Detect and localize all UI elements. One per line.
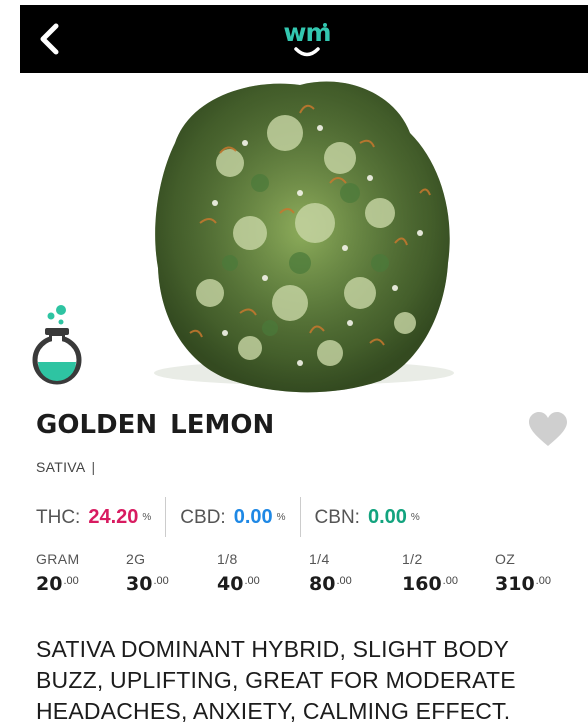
product-description: SATIVA DOMINANT HYBRID, SLIGHT BODY BUZZ… <box>36 636 516 724</box>
strain-separator: | <box>91 459 96 475</box>
price-amount: 40 <box>217 573 244 595</box>
price-2g[interactable]: 2G 30.00 <box>126 551 169 607</box>
lab-flask-icon <box>32 305 82 385</box>
price-cents: .00 <box>535 575 551 587</box>
price-cents: .00 <box>442 575 458 587</box>
price-cents: .00 <box>63 575 79 587</box>
thc-amount: 24.20 <box>88 505 139 528</box>
price-amount: 80 <box>309 573 336 595</box>
cbd-label: CBD: <box>180 506 226 528</box>
logo-text: wm <box>283 18 331 47</box>
cbd-amount: 0.00 <box>233 505 273 528</box>
price-amount: 30 <box>126 573 153 595</box>
price-unit: 2G <box>126 551 146 567</box>
cbn-value: CBN: 0.00 % <box>315 506 420 529</box>
lab-tested-badge[interactable] <box>25 300 89 386</box>
cbn-amount: 0.00 <box>367 505 407 528</box>
strain-type: SATIVA | <box>36 459 95 475</box>
cbn-label: CBN: <box>314 506 360 528</box>
thc-value: THC: 24.20 % <box>36 506 151 529</box>
favorite-button[interactable] <box>528 412 568 448</box>
price-unit: 1/2 <box>402 551 423 567</box>
app-header: wm <box>20 5 588 73</box>
cbn-unit: % <box>410 511 420 523</box>
price-half[interactable]: 1/2 160.00 <box>402 551 458 607</box>
price-cents: .00 <box>336 575 352 587</box>
cannabinoid-row: THC: 24.20 % CBD: 0.00 % CBN: 0.00 % <box>36 497 420 537</box>
logo-smile-icon <box>294 47 320 57</box>
price-amount: 20 <box>36 573 63 595</box>
cbd-value: CBD: 0.00 % <box>180 506 285 529</box>
thc-unit: % <box>142 511 152 523</box>
heart-icon <box>529 412 567 446</box>
price-amount: 310 <box>495 573 535 595</box>
price-eighth[interactable]: 1/8 40.00 <box>217 551 260 607</box>
weedmaps-logo[interactable]: wm <box>273 19 341 63</box>
price-amount: 160 <box>402 573 442 595</box>
price-unit: OZ <box>495 551 516 567</box>
back-button[interactable] <box>32 21 66 57</box>
price-cents: .00 <box>153 575 169 587</box>
divider <box>165 497 167 537</box>
product-name: GOLDEN LEMON <box>36 410 275 440</box>
price-quarter[interactable]: 1/4 80.00 <box>309 551 352 607</box>
price-ounce[interactable]: OZ 310.00 <box>495 551 551 607</box>
price-list: GRAM 20.00 2G 30.00 1/8 40.00 1/4 80.00 … <box>36 551 576 607</box>
cbd-unit: % <box>276 511 286 523</box>
price-gram[interactable]: GRAM 20.00 <box>36 551 80 607</box>
price-unit: GRAM <box>36 551 80 567</box>
price-unit: 1/8 <box>217 551 238 567</box>
price-cents: .00 <box>244 575 260 587</box>
price-unit: 1/4 <box>309 551 330 567</box>
thc-label: THC: <box>36 506 81 528</box>
divider <box>299 497 301 537</box>
chevron-left-icon <box>40 23 59 55</box>
strain-label: SATIVA <box>36 459 86 475</box>
